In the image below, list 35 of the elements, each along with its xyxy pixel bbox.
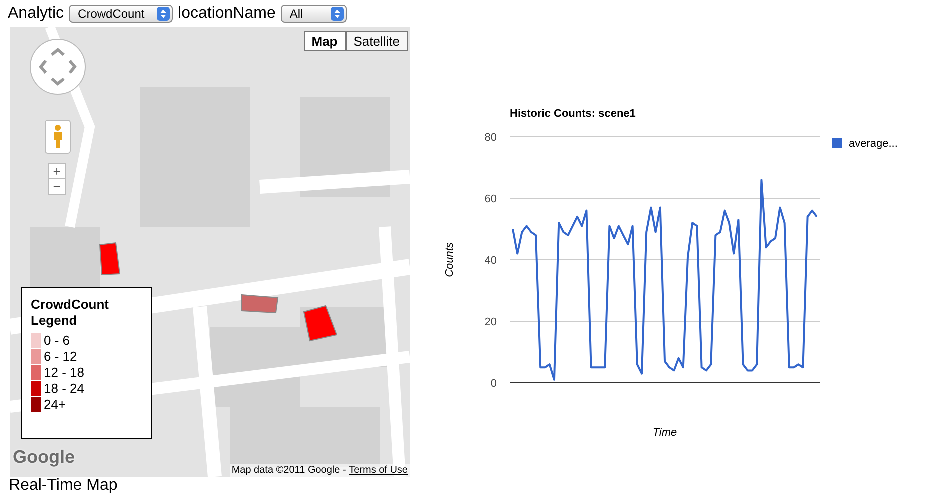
x-axis-label: Time: [652, 427, 678, 439]
y-tick-label: 0: [490, 378, 497, 390]
zoom-out-button[interactable]: −: [48, 179, 66, 195]
analytic-select[interactable]: CrowdCount: [69, 4, 174, 22]
heatmap-region[interactable]: [242, 294, 279, 314]
legend-label: 12 - 18: [44, 365, 84, 380]
zoom-in-button[interactable]: +: [48, 163, 66, 179]
y-tick-label: 80: [484, 132, 497, 144]
legend-title: CrowdCount Legend: [31, 297, 110, 329]
street-view-control[interactable]: [45, 120, 71, 154]
map-type-button[interactable]: Map: [304, 31, 346, 51]
stepper-icon: [330, 6, 344, 20]
y-tick-label: 40: [484, 255, 497, 267]
map-type-button[interactable]: Satellite: [346, 31, 408, 51]
chart-title: Historic Counts: scene1: [510, 108, 636, 120]
location-label: locationName: [178, 4, 276, 24]
person-icon: [52, 125, 64, 149]
heatmap-region[interactable]: [303, 305, 338, 342]
legend-label: 18 - 24: [44, 381, 84, 396]
legend-label: 6 - 12: [44, 349, 78, 364]
location-select[interactable]: All: [280, 4, 347, 22]
y-tick-label: 60: [484, 194, 497, 206]
y-axis-label: Counts: [444, 242, 456, 278]
map-logo: Google: [13, 446, 75, 469]
stepper-icon: [157, 6, 170, 20]
direction-arrows-icon: [38, 47, 78, 87]
map-caption: Real-Time Map: [9, 477, 119, 495]
map-attribution: Map data ©2011 Google -: [232, 464, 348, 477]
legend-label: average...: [849, 138, 898, 150]
y-tick-label: 20: [484, 316, 497, 328]
legend-swatch: [832, 138, 842, 148]
analytic-label: Analytic: [8, 4, 64, 24]
legend-label: 24+: [44, 397, 66, 412]
legend-label: 0 - 6: [44, 333, 70, 348]
terms-link[interactable]: Terms of Use: [349, 464, 408, 477]
